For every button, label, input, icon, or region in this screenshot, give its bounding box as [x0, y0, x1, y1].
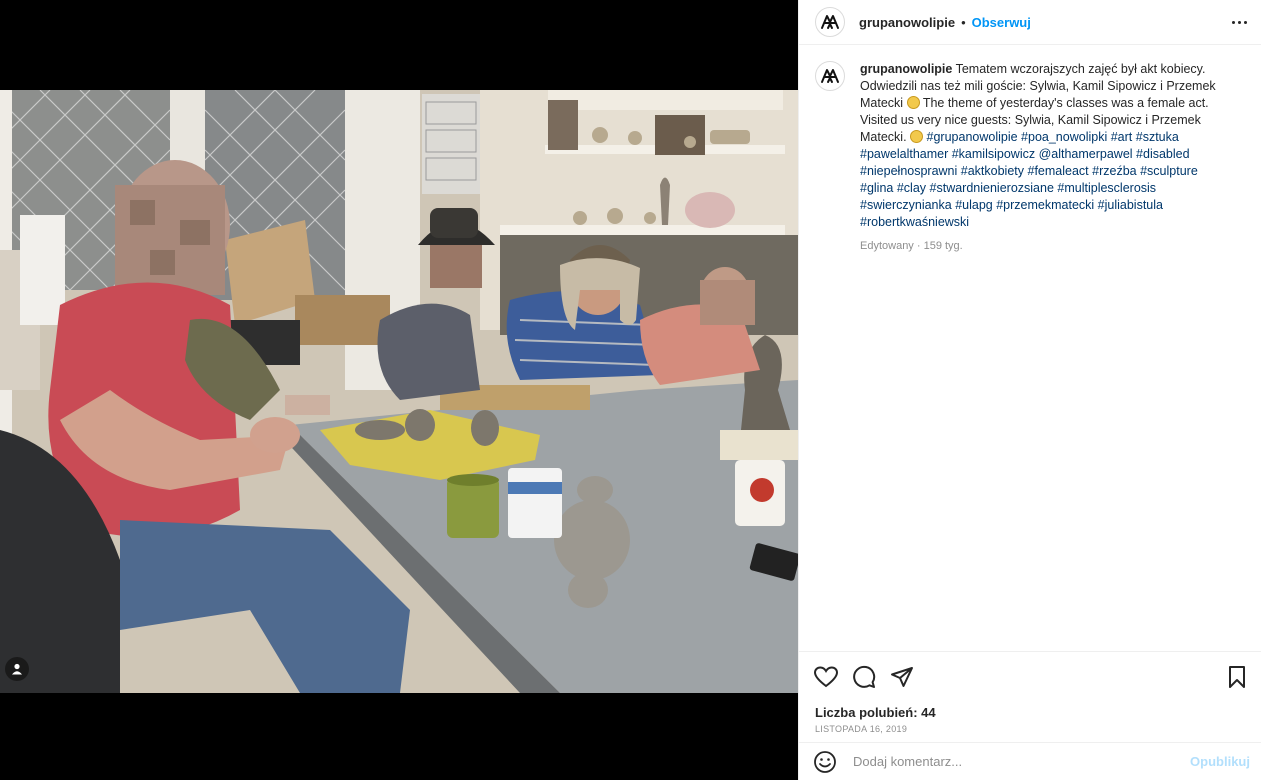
hashtag-link[interactable]: #swierczynianka — [860, 198, 952, 212]
header-username[interactable]: grupanowolipie — [859, 15, 955, 30]
follow-button[interactable]: Obserwuj — [972, 15, 1031, 30]
more-options-icon[interactable] — [1232, 20, 1247, 24]
hashtag-link[interactable]: #grupanowolipie — [927, 130, 1018, 144]
post-header: grupanowolipie • Obserwuj — [799, 0, 1261, 45]
hashtag-link[interactable]: #glina — [860, 181, 893, 195]
comment-bar: Opublikuj — [799, 742, 1261, 780]
hashtag-list: #grupanowolipie #poa_nowolipki #art #szt… — [860, 130, 1198, 229]
caption-row: grupanowolipie Tematem wczorajszych zaję… — [815, 61, 1246, 255]
hashtag-link[interactable]: @althamerpawel — [1039, 147, 1133, 161]
edited-timestamp: Edytowany · 159 tyg. — [860, 240, 963, 252]
comment-icon[interactable] — [851, 664, 877, 690]
post-date[interactable]: LISTOPADA 16, 2019 — [815, 724, 907, 734]
separator-dot: • — [961, 14, 966, 30]
hashtag-link[interactable]: #rzeźba — [1092, 164, 1136, 178]
grin-emoji-icon — [906, 96, 920, 109]
hashtag-link[interactable]: #sculpture — [1140, 164, 1198, 178]
heart-icon[interactable] — [813, 664, 839, 690]
caption-area: grupanowolipie Tematem wczorajszych zaję… — [799, 45, 1261, 651]
post-photo[interactable] — [0, 90, 798, 693]
smiley-icon[interactable] — [813, 750, 837, 774]
hashtag-link[interactable]: #przemekmatecki — [996, 198, 1094, 212]
hashtag-link[interactable]: #niepełnosprawni — [860, 164, 957, 178]
caption-avatar[interactable] — [815, 61, 845, 91]
user-icon — [12, 663, 22, 675]
post-photo-illustration — [0, 90, 798, 693]
hashtag-link[interactable]: #pawelalthamer — [860, 147, 948, 161]
hashtag-link[interactable]: #stwardnienierozsiane — [930, 181, 1054, 195]
group-logo-icon — [821, 69, 839, 83]
hashtag-link[interactable]: #multiplesclerosis — [1057, 181, 1156, 195]
caption-body: grupanowolipie Tematem wczorajszych zaję… — [860, 61, 1222, 255]
action-section: Liczba polubień: 44 LISTOPADA 16, 2019 — [799, 651, 1261, 742]
hashtag-link[interactable]: #ulapg — [955, 198, 993, 212]
comment-input[interactable] — [853, 754, 1191, 769]
publish-button[interactable]: Opublikuj — [1190, 754, 1250, 769]
hashtag-link[interactable]: #juliabistula — [1098, 198, 1163, 212]
paper-plane-icon[interactable] — [889, 664, 915, 690]
media-pane — [0, 0, 798, 780]
group-logo-icon — [821, 15, 839, 29]
likes-count[interactable]: Liczba polubień: 44 — [815, 705, 936, 720]
tagged-users-button[interactable] — [5, 657, 29, 681]
profile-avatar[interactable] — [815, 7, 845, 37]
post-side-panel: grupanowolipie • Obserwuj grupanowolipie… — [798, 0, 1261, 780]
hashtag-link[interactable]: #art — [1111, 130, 1133, 144]
bookmark-icon[interactable] — [1224, 664, 1250, 690]
caption-username[interactable]: grupanowolipie — [860, 62, 952, 76]
hashtag-link[interactable]: #clay — [897, 181, 926, 195]
grin-emoji-icon — [910, 130, 924, 143]
hashtag-link[interactable]: #femaleact — [1028, 164, 1089, 178]
hashtag-link[interactable]: #disabled — [1136, 147, 1190, 161]
action-icons — [813, 664, 1250, 690]
hashtag-link[interactable]: #kamilsipowicz — [952, 147, 1035, 161]
hashtag-link[interactable]: #aktkobiety — [961, 164, 1024, 178]
hashtag-link[interactable]: #sztuka — [1136, 130, 1179, 144]
hashtag-link[interactable]: #poa_nowolipki — [1021, 130, 1107, 144]
hashtag-link[interactable]: #robertkwaśniewski — [860, 215, 969, 229]
